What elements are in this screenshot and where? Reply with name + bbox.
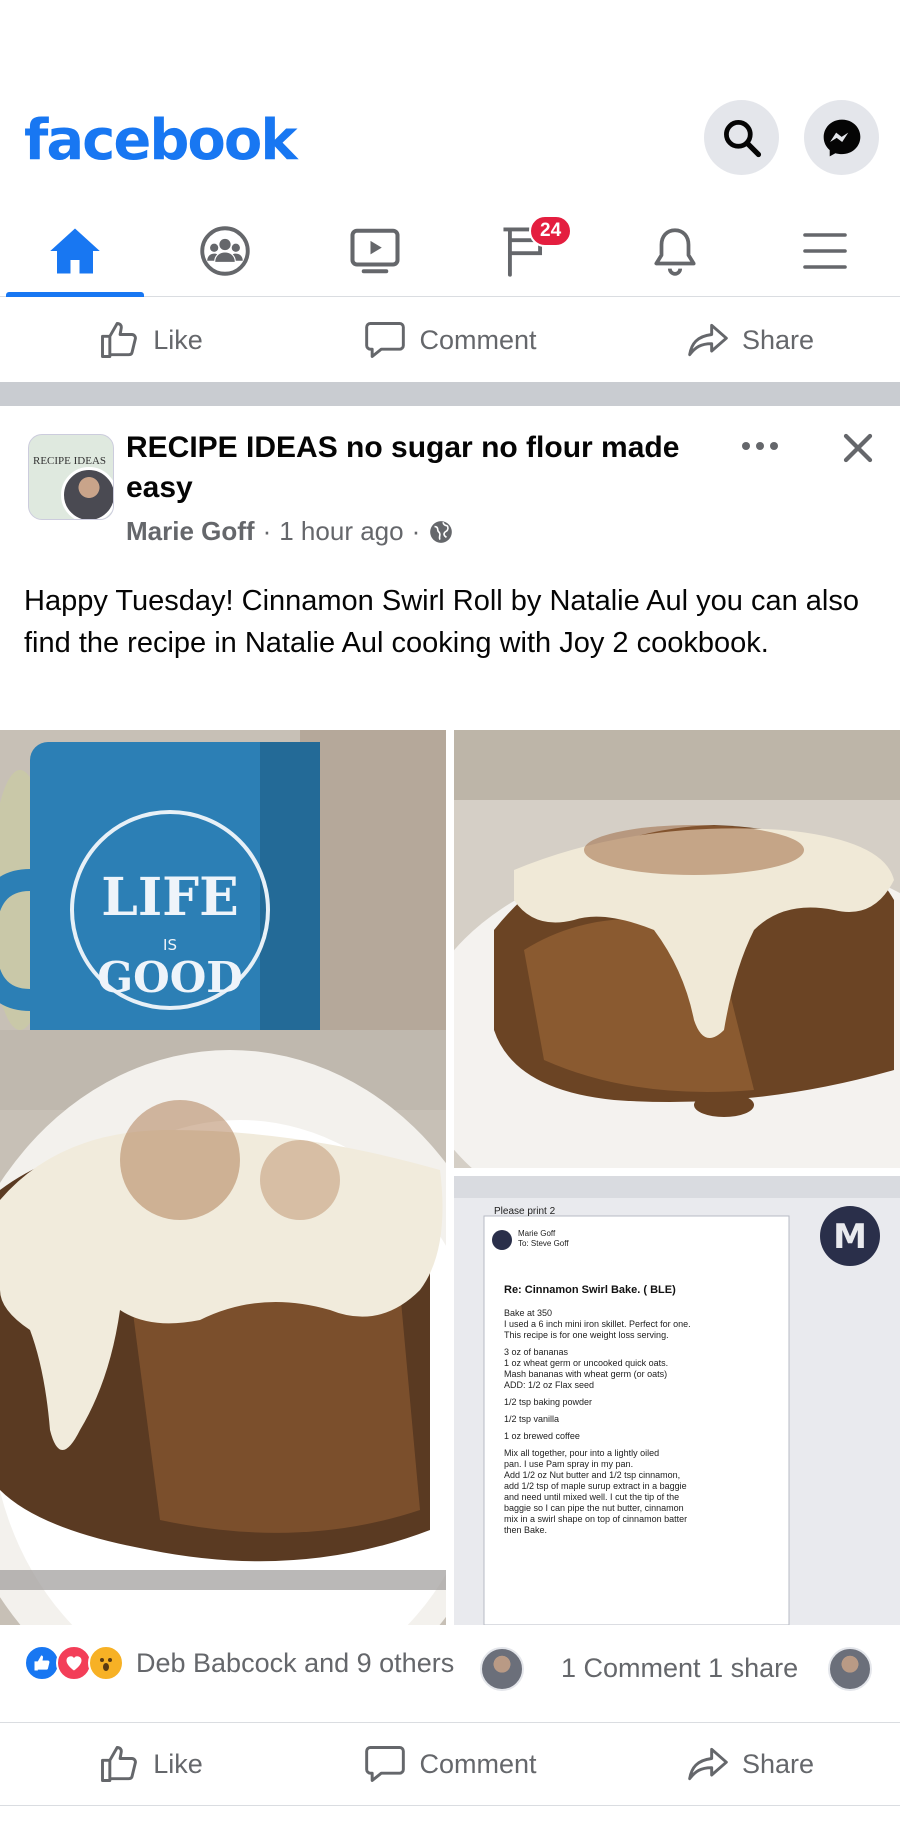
tab-menu[interactable]	[750, 205, 900, 296]
tab-feeds[interactable]: 24	[450, 205, 600, 296]
svg-text:To: Steve Goff: To: Steve Goff	[518, 1239, 569, 1248]
like-icon	[101, 1746, 138, 1782]
video-icon	[350, 228, 400, 273]
post-photo-2[interactable]	[454, 730, 900, 1168]
search-button[interactable]	[704, 100, 779, 175]
email-line: I used a 6 inch mini iron skillet. Perfe…	[504, 1319, 691, 1329]
more-options-button[interactable]	[738, 426, 782, 466]
commenter-avatar[interactable]	[480, 1647, 524, 1691]
comment-icon	[365, 322, 406, 358]
reaction-summary[interactable]: Deb Babcock and 9 others	[24, 1645, 454, 1681]
group-name[interactable]: RECIPE IDEAS no sugar no flour made easy	[126, 428, 726, 508]
bell-icon	[654, 227, 696, 276]
author-avatar[interactable]	[61, 467, 113, 519]
svg-text:Marie Goff: Marie Goff	[518, 1229, 556, 1238]
email-line: baggie so I can pipe the nut butter, cin…	[504, 1503, 684, 1513]
comment-share-counts[interactable]: 1 Comment 1 share	[561, 1653, 798, 1684]
top-bar: facebook	[0, 0, 900, 195]
share-label: Share	[741, 1748, 815, 1779]
group-avatar[interactable]: RECIPE IDEAS	[28, 434, 114, 520]
hamburger-icon	[803, 232, 847, 269]
comment-button[interactable]: Comment	[300, 298, 600, 382]
email-line: 1/2 tsp baking powder	[504, 1397, 592, 1407]
mug-text: LIFE	[101, 867, 238, 928]
notification-badge: 24	[529, 215, 573, 247]
share-icon	[688, 1747, 728, 1781]
tab-watch[interactable]	[300, 205, 450, 296]
messenger-icon	[823, 119, 860, 156]
recipe-email-image: M Please print 2 Marie Goff To: Steve Go…	[454, 1176, 900, 1625]
comment-count[interactable]: 1 Comment	[561, 1653, 701, 1683]
svg-text:M: M	[833, 1217, 867, 1257]
facebook-logo[interactable]: facebook	[24, 108, 298, 173]
email-line: 3 oz of bananas	[504, 1347, 569, 1357]
email-line: Bake at 350	[504, 1308, 552, 1318]
post-time[interactable]: 1 hour ago	[279, 516, 403, 547]
email-line: This recipe is for one weight loss servi…	[504, 1330, 669, 1340]
meta-separator: ·	[262, 516, 272, 546]
main-nav: 24	[0, 205, 900, 297]
email-line: then Bake.	[504, 1525, 547, 1535]
groups-icon	[200, 225, 250, 276]
email-line: Add 1/2 oz Nut butter and 1/2 tsp cinnam…	[504, 1470, 680, 1480]
email-line: and need until mixed well. I cut the tip…	[504, 1492, 679, 1502]
previous-post-actions: Like Comment Share	[0, 298, 900, 382]
email-line: 1 oz wheat germ or uncooked quick oats.	[504, 1358, 668, 1368]
roll-closeup-image	[454, 730, 900, 1168]
email-line: add 1/2 tsp of maple surup extract in a …	[504, 1481, 687, 1491]
like-button[interactable]: Like	[0, 298, 300, 382]
meta-separator-2: ·	[411, 516, 421, 546]
home-icon	[50, 228, 100, 273]
share-count[interactable]: 1 share	[708, 1653, 798, 1683]
like-reaction-icon	[24, 1645, 60, 1681]
wow-reaction-icon	[88, 1645, 124, 1681]
svg-text:IS: IS	[163, 936, 177, 954]
group-avatar-text: RECIPE IDEAS	[33, 455, 107, 467]
sharer-avatar[interactable]	[828, 1647, 872, 1691]
post-actions: Like Comment Share	[0, 1722, 900, 1806]
post-comment-button[interactable]: Comment	[300, 1723, 600, 1805]
share-button[interactable]: Share	[600, 298, 900, 382]
post-photo-3[interactable]: M Please print 2 Marie Goff To: Steve Go…	[454, 1176, 900, 1625]
email-line: ADD: 1/2 oz Flax seed	[504, 1380, 594, 1390]
tab-home[interactable]	[0, 205, 150, 297]
like-label: Like	[153, 1748, 203, 1779]
tab-groups[interactable]	[150, 205, 300, 296]
hide-post-button[interactable]	[836, 426, 880, 470]
email-line: Mash bananas with wheat germ (or oats)	[504, 1369, 667, 1379]
share-icon	[688, 323, 728, 357]
email-line: 1/2 tsp vanilla	[504, 1414, 559, 1424]
email-line: 1 oz brewed coffee	[504, 1431, 580, 1441]
mug-and-roll-image: LIFE IS GOOD	[0, 730, 446, 1625]
search-icon	[723, 119, 761, 157]
post-like-button[interactable]: Like	[0, 1723, 300, 1805]
post-photo-1[interactable]: LIFE IS GOOD	[0, 730, 446, 1625]
comment-label: Comment	[419, 324, 537, 355]
close-icon	[843, 433, 873, 463]
comment-label: Comment	[419, 1748, 537, 1779]
comment-icon	[365, 1746, 406, 1782]
share-label: Share	[741, 324, 815, 355]
post-share-button[interactable]: Share	[600, 1723, 900, 1805]
like-label: Like	[153, 324, 203, 355]
post-meta: Marie Goff · 1 hour ago ·	[126, 516, 454, 547]
feed-divider	[0, 382, 900, 406]
email-line: pan. I use Pam spray in my pan.	[504, 1459, 633, 1469]
email-header: Please print 2	[494, 1206, 556, 1217]
email-line: Mix all together, pour into a lightly oi…	[504, 1448, 659, 1458]
email-line: mix in a swirl shape on top of cinnamon …	[504, 1514, 687, 1524]
email-subject: Re: Cinnamon Swirl Bake. ( BLE)	[504, 1284, 676, 1296]
love-reaction-icon	[56, 1645, 92, 1681]
reaction-names: Deb Babcock and 9 others	[136, 1647, 455, 1678]
tab-notifications[interactable]	[600, 205, 750, 296]
like-icon	[101, 322, 138, 358]
messenger-button[interactable]	[804, 100, 879, 175]
svg-text:GOOD: GOOD	[97, 953, 242, 1002]
author-name[interactable]: Marie Goff	[126, 516, 255, 547]
globe-icon	[430, 520, 453, 543]
more-icon	[742, 442, 778, 450]
post-text: Happy Tuesday! Cinnamon Swirl Roll by Na…	[24, 585, 859, 659]
